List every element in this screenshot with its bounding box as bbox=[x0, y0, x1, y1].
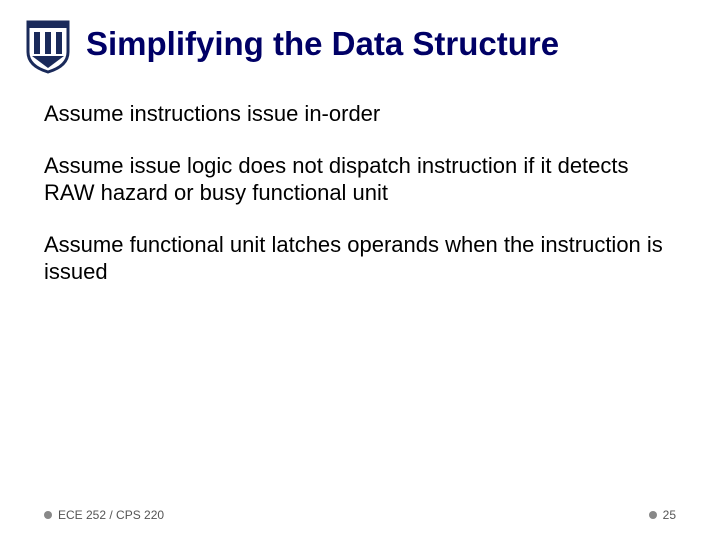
bullet-icon bbox=[649, 511, 657, 519]
slide-footer: ECE 252 / CPS 220 25 bbox=[0, 508, 720, 522]
slide-title: Simplifying the Data Structure bbox=[86, 18, 559, 64]
footer-right: 25 bbox=[649, 508, 676, 522]
slide-header: Simplifying the Data Structure bbox=[0, 0, 720, 74]
slide-number: 25 bbox=[663, 508, 676, 522]
body-paragraph: Assume issue logic does not dispatch ins… bbox=[44, 152, 676, 207]
bullet-icon bbox=[44, 511, 52, 519]
body-paragraph: Assume functional unit latches operands … bbox=[44, 231, 676, 286]
slide-content: Assume instructions issue in-order Assum… bbox=[0, 74, 720, 286]
duke-shield-logo bbox=[24, 18, 72, 74]
body-paragraph: Assume instructions issue in-order bbox=[44, 100, 676, 128]
course-code: ECE 252 / CPS 220 bbox=[58, 508, 164, 522]
footer-left: ECE 252 / CPS 220 bbox=[44, 508, 164, 522]
